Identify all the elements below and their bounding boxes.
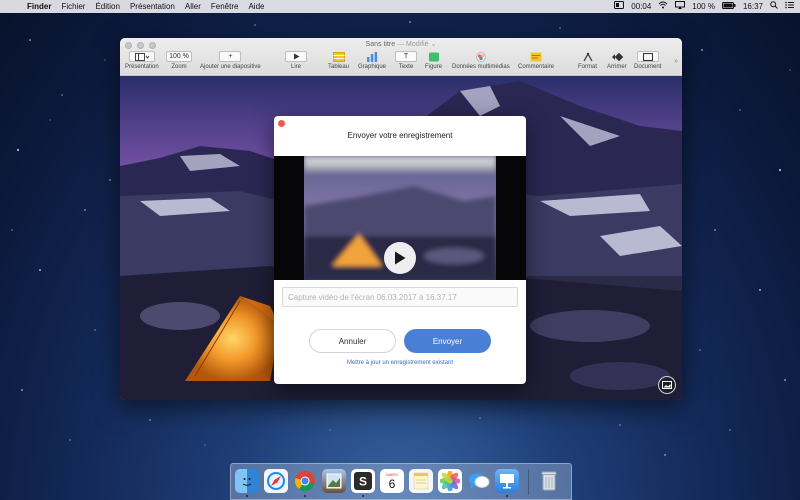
chart-icon: [365, 51, 379, 62]
play-icon: [395, 251, 406, 265]
menu-edit[interactable]: Édition: [90, 0, 124, 13]
plus-icon: +: [219, 51, 242, 62]
airplay-icon[interactable]: [675, 0, 686, 13]
document-status: Modifié: [406, 41, 429, 48]
media-button[interactable]: Données multimédias: [452, 51, 510, 70]
media-label: Données multimédias: [452, 64, 510, 70]
messages-icon[interactable]: [467, 469, 491, 493]
screenflow-icon[interactable]: S: [351, 469, 375, 493]
send-button[interactable]: Envoyer: [404, 329, 491, 353]
text-label: Texte: [398, 64, 414, 70]
battery-icon[interactable]: [721, 0, 736, 13]
play-label: Lire: [290, 64, 301, 70]
dialog-title: Envoyer votre enregistrement: [347, 131, 453, 140]
preview-icon[interactable]: [322, 469, 346, 493]
battery-percent[interactable]: 100 %: [692, 0, 715, 13]
menu-go[interactable]: Aller: [180, 0, 206, 13]
chrome-icon[interactable]: [293, 469, 317, 493]
clock[interactable]: 16:37: [743, 0, 763, 13]
send-recording-dialog: Envoyer votre enregistrement Capture vid…: [274, 116, 526, 384]
photos-icon[interactable]: [438, 469, 462, 493]
arrange-button[interactable]: Arrimer: [607, 51, 627, 70]
menu-window[interactable]: Fenêtre: [206, 0, 244, 13]
table-label: Tableau: [328, 64, 350, 70]
document-icon: [636, 51, 659, 62]
document-button[interactable]: Document: [634, 51, 661, 70]
svg-text:S: S: [359, 475, 367, 489]
update-existing-recording-link[interactable]: Mettre à jour un enregistrement existant: [274, 360, 526, 366]
wifi-icon[interactable]: [658, 0, 668, 13]
recording-icon[interactable]: [614, 0, 625, 13]
text-button[interactable]: T Texte: [395, 51, 417, 70]
calendar-icon[interactable]: MARS 6: [380, 469, 404, 493]
notification-center-icon[interactable]: [785, 0, 794, 13]
add-slide-button[interactable]: + Ajouter une diapositive: [200, 51, 261, 70]
comment-button[interactable]: Commentaire: [518, 51, 554, 70]
menu-app-name[interactable]: Finder: [22, 0, 56, 13]
shape-label: Figure: [425, 64, 443, 70]
title-separator: —: [397, 41, 405, 48]
document-label: Document: [634, 64, 662, 70]
cancel-button[interactable]: Annuler: [309, 329, 396, 353]
keynote-icon[interactable]: [495, 469, 519, 493]
zoom-menu[interactable]: 100 % Zoom: [166, 51, 192, 70]
recording-title-input[interactable]: [282, 287, 518, 307]
finder-icon[interactable]: [235, 469, 259, 493]
add-slide-label: Ajouter une diapositive: [200, 64, 261, 70]
table-icon: [332, 51, 346, 62]
notes-icon[interactable]: [409, 469, 433, 493]
arrange-icon: [610, 51, 624, 62]
menu-bar: Finder Fichier Édition Présentation Alle…: [0, 0, 800, 13]
shape-icon: [427, 51, 441, 62]
format-brush-icon: [581, 51, 595, 62]
spotlight-search-icon[interactable]: [770, 0, 778, 13]
table-button[interactable]: Tableau: [328, 51, 349, 70]
photos-icon: [474, 51, 488, 62]
comment-icon: [529, 51, 543, 62]
comment-label: Commentaire: [518, 64, 555, 70]
presentation-view-button[interactable]: Présentation: [125, 51, 159, 70]
chart-button[interactable]: Graphique: [358, 51, 386, 70]
dock: S MARS 6: [230, 463, 572, 500]
toolbar-overflow-icon[interactable]: »: [674, 58, 678, 65]
window-titlebar: Sans titre — Modifié ⌄ Présentation 100 …: [120, 38, 682, 76]
trash-icon[interactable]: [537, 469, 561, 493]
safari-icon[interactable]: [264, 469, 288, 493]
dialog-close-button[interactable]: [278, 120, 285, 127]
document-title[interactable]: Sans titre — Modifié ⌄: [120, 40, 682, 48]
presentation-label: Présentation: [125, 64, 159, 70]
format-label: Format: [578, 64, 598, 70]
menu-file[interactable]: Fichier: [56, 0, 90, 13]
arrange-label: Arrimer: [607, 64, 627, 70]
chart-label: Graphique: [358, 64, 387, 70]
recording-time[interactable]: 00:04: [631, 0, 651, 13]
document-name: Sans titre: [365, 41, 396, 48]
title-chevron-icon: ⌄: [430, 41, 437, 48]
zoom-value: 100 %: [166, 51, 192, 62]
toolbar: Présentation 100 % Zoom + Ajouter une di…: [120, 51, 682, 75]
menu-view[interactable]: Présentation: [125, 0, 180, 13]
sidebar-icon: [128, 51, 155, 62]
play-video-button[interactable]: [384, 242, 416, 274]
menu-help[interactable]: Aide: [243, 0, 269, 13]
format-button[interactable]: Format: [578, 51, 597, 70]
zoom-label: Zoom: [171, 64, 187, 70]
dock-separator: [528, 469, 529, 495]
media-browser-icon[interactable]: [658, 376, 676, 394]
shape-button[interactable]: Figure: [425, 51, 442, 70]
play-button[interactable]: Lire: [285, 51, 307, 70]
play-icon: [285, 51, 307, 62]
text-icon: T: [395, 51, 417, 62]
video-preview[interactable]: [274, 156, 526, 280]
calendar-day: 6: [388, 476, 396, 491]
